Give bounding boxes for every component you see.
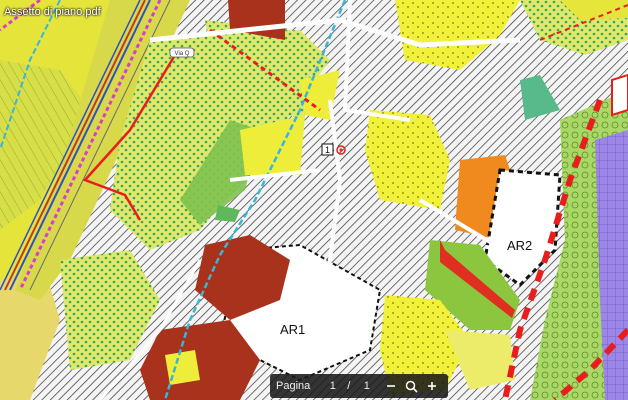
document-title: Assetto di piano.pdf <box>4 6 101 18</box>
page-label: Pagina <box>276 380 311 392</box>
zoom-out-button[interactable] <box>381 376 401 396</box>
road-sign-label: Via Q <box>175 51 190 57</box>
total-pages: 1 <box>363 380 370 392</box>
pdf-page-toolbar: Pagina 1 / 1 <box>270 374 448 398</box>
zoom-in-button[interactable] <box>422 376 442 396</box>
magnifier-icon <box>405 380 418 393</box>
marker-box-east <box>611 73 628 117</box>
plus-icon <box>427 382 436 390</box>
current-page-input[interactable]: 1 <box>326 380 339 392</box>
minus-icon <box>386 385 395 387</box>
road-sign: Via Q <box>169 47 195 58</box>
page-separator: / <box>347 380 351 392</box>
pdf-viewer[interactable]: 1 Via Q AR1 AR2 Assetto di piano.pdf Pag… <box>0 0 628 400</box>
zoning-map[interactable]: 1 Via Q AR1 AR2 <box>0 0 628 400</box>
marker-number: 1 <box>325 145 330 155</box>
zoom-button[interactable] <box>401 376 421 396</box>
zone-label-ar2: AR2 <box>507 238 532 253</box>
map-marker-1: 1 <box>321 143 346 156</box>
zone-label-ar1: AR1 <box>280 322 305 337</box>
